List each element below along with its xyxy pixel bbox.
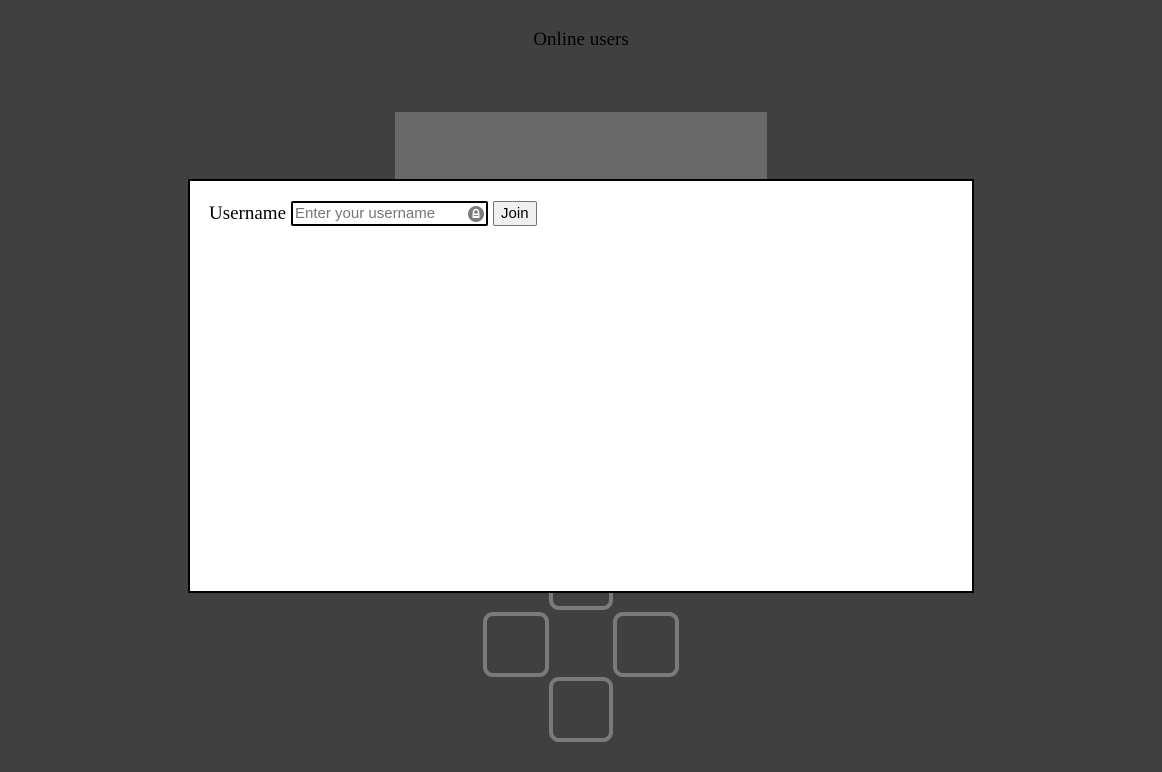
password-manager-icon[interactable] bbox=[468, 206, 485, 222]
dpad-left-button[interactable] bbox=[483, 612, 549, 677]
join-button[interactable]: Join bbox=[493, 201, 537, 226]
username-label: Username bbox=[209, 202, 287, 224]
login-form: Username Join bbox=[209, 201, 537, 226]
username-field-wrapper[interactable] bbox=[291, 201, 489, 226]
page-title: Online users bbox=[533, 29, 629, 50]
dpad-right-button[interactable] bbox=[613, 612, 679, 677]
dpad-down-button[interactable] bbox=[549, 677, 613, 742]
username-input[interactable] bbox=[293, 203, 466, 224]
login-modal: Username Join bbox=[188, 179, 974, 593]
online-users-panel bbox=[395, 112, 767, 180]
